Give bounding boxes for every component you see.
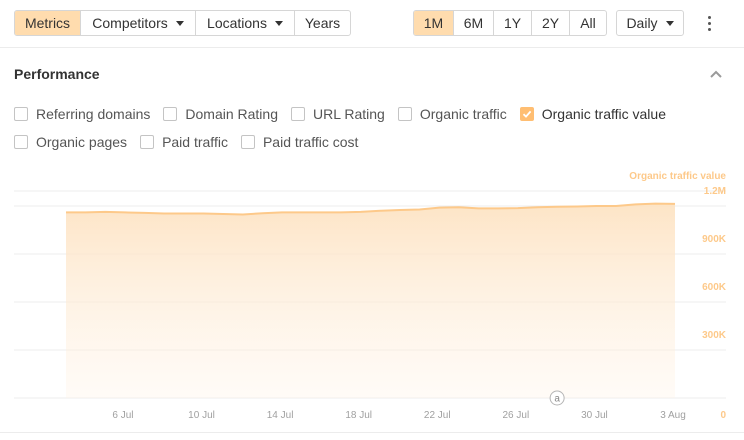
range-label: 2Y [541,15,560,31]
x-tick-label: 6 Jul [112,410,133,421]
chart-svg: Organic traffic value 0 300K 600K 900K 1.2M 6… [14,171,727,421]
range-6m-button[interactable]: 6M [454,11,494,35]
checkbox-referring-domains[interactable]: Referring domains [14,106,150,122]
checkbox-row: Referring domains Domain Rating URL Rati… [14,100,734,128]
checkbox-label: Organic traffic [419,106,507,122]
checkbox-box [240,135,255,149]
performance-chart: Organic traffic value 0 300K 600K 900K 1.2M 6… [0,160,744,430]
range-label: All [580,15,596,31]
caret-down-icon [665,21,674,26]
range-1m-button[interactable]: 1M [414,11,454,35]
checkbox-label: URL Rating [313,106,385,122]
checkbox-box [14,135,28,149]
report-tabs: Metrics Competitors Locations Years [14,10,351,36]
checkbox-box [140,135,155,149]
tab-metrics-label: Metrics [24,15,71,31]
checkbox-row: Organic pages Paid traffic Paid traffic … [14,128,734,156]
checkbox-organic-pages[interactable]: Organic pages [14,134,127,150]
interval-dropdown-group: Daily [616,10,684,36]
tab-metrics[interactable]: Metrics [15,11,81,35]
kebab-icon[interactable] [700,12,718,34]
range-label: 6M [463,15,484,31]
tab-competitors[interactable]: Competitors [81,11,196,35]
toolbar: Metrics Competitors Locations Years 1M 6… [0,0,744,48]
y-tick-label: 600K [702,282,727,293]
range-2y-button[interactable]: 2Y [532,11,570,35]
caret-down-icon [274,21,283,26]
checkbox-organic-traffic-value[interactable]: Organic traffic value [519,106,666,122]
checkbox-box [397,107,412,121]
interval-label: Daily [626,15,658,31]
series-area [66,203,675,398]
caret-down-icon [175,21,184,26]
x-tick-label: 14 Jul [267,410,294,421]
chevron-up-icon[interactable] [708,68,724,80]
checkbox-box [291,107,305,121]
series-label: Organic traffic value [629,171,726,182]
y-tick-label: 300K [702,330,727,341]
kebab-dot [707,15,711,19]
checkbox-box [163,107,178,121]
x-tick-label: 22 Jul [424,410,451,421]
checkbox-paid-traffic-cost[interactable]: Paid traffic cost [240,134,359,150]
y-tick-label: 0 [720,410,726,421]
tab-competitors-label: Competitors [92,15,168,31]
range-all-button[interactable]: All [570,11,606,35]
checkbox-url-rating[interactable]: URL Rating [291,106,385,122]
checkbox-label: Domain Rating [185,106,278,122]
checkbox-domain-rating[interactable]: Domain Rating [163,106,278,122]
checkbox-label: Paid traffic cost [262,134,359,150]
y-tick-label: 900K [702,234,727,245]
range-label: 1Y [503,15,522,31]
metric-checkboxes: Referring domains Domain Rating URL Rati… [14,100,734,156]
annotation-marker-label: a [554,394,560,405]
x-tick-label: 3 Aug [660,410,686,421]
x-tick-label: 10 Jul [188,410,215,421]
checkbox-organic-traffic[interactable]: Organic traffic [397,106,507,122]
checkbox-label: Organic traffic value [541,106,666,122]
kebab-dot [707,21,711,25]
checkbox-label: Paid traffic [162,134,228,150]
range-label: 1M [423,15,444,31]
checkbox-label: Organic pages [36,134,128,150]
date-range-selector: 1M 6M 1Y 2Y All [413,10,607,36]
section-title: Performance [14,66,100,82]
x-tick-label: 18 Jul [345,410,372,421]
checkmark-icon [522,110,532,118]
panel-divider [0,432,744,433]
checkbox-label: Referring domains [36,106,151,122]
interval-dropdown[interactable]: Daily [617,11,683,35]
x-tick-label: 30 Jul [581,410,608,421]
x-tick-label: 26 Jul [502,410,529,421]
tab-years-label: Years [304,15,341,31]
y-tick-label: 1.2M [704,186,726,197]
tab-locations-label: Locations [207,15,267,31]
kebab-dot [707,27,711,31]
checkbox-box [14,107,28,121]
checkbox-paid-traffic[interactable]: Paid traffic [140,134,228,150]
tab-locations[interactable]: Locations [196,11,295,35]
tab-years[interactable]: Years [295,11,350,35]
range-1y-button[interactable]: 1Y [494,11,532,35]
checkbox-box [519,107,534,121]
